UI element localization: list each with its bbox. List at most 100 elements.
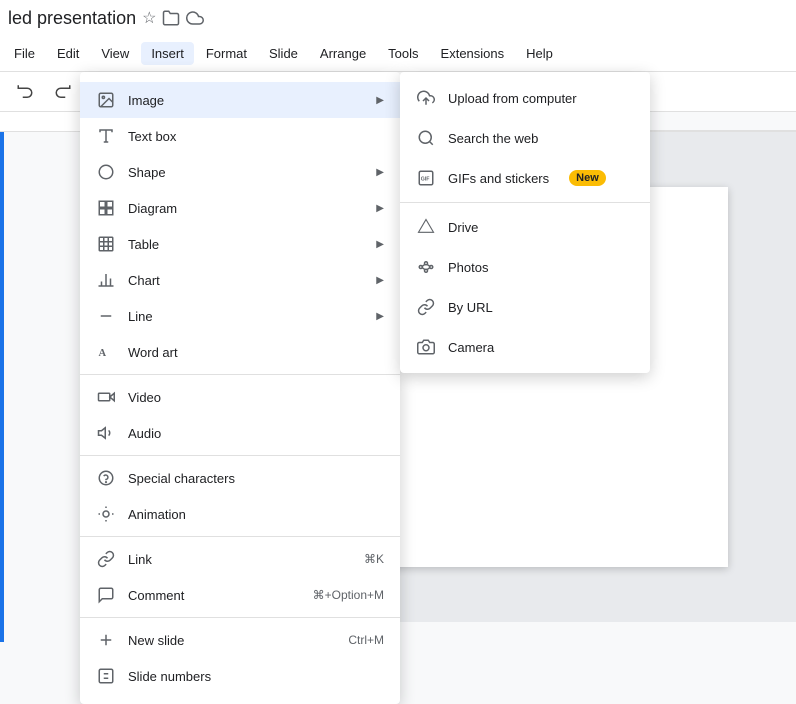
by-url-icon <box>416 297 436 317</box>
insert-link-label: Link <box>128 552 352 567</box>
image-search-web-item[interactable]: Search the web <box>400 118 650 158</box>
image-drive-item[interactable]: Drive <box>400 207 650 247</box>
wordart-icon: A <box>96 342 116 362</box>
diagram-icon <box>96 198 116 218</box>
camera-icon <box>416 337 436 357</box>
cloud-icon[interactable] <box>186 9 204 27</box>
menu-view[interactable]: View <box>91 42 139 65</box>
gif-icon: GIF <box>416 168 436 188</box>
image-upload-item[interactable]: Upload from computer <box>400 78 650 118</box>
animation-icon <box>96 504 116 524</box>
line-icon <box>96 306 116 326</box>
insert-comment-item[interactable]: Comment ⌘+Option+M <box>80 577 400 613</box>
new-slide-icon <box>96 630 116 650</box>
star-icon[interactable]: ☆ <box>142 8 156 28</box>
photos-icon <box>416 257 436 277</box>
insert-menu-section-3: Special characters Animation <box>80 456 400 537</box>
insert-chart-item[interactable]: Chart ▶ <box>80 262 400 298</box>
svg-text:A: A <box>99 348 107 359</box>
image-camera-label: Camera <box>448 340 494 355</box>
insert-wordart-item[interactable]: A Word art <box>80 334 400 370</box>
insert-comment-shortcut: ⌘+Option+M <box>313 588 384 602</box>
menu-help[interactable]: Help <box>516 42 563 65</box>
insert-table-item[interactable]: Table ▶ <box>80 226 400 262</box>
image-camera-item[interactable]: Camera <box>400 327 650 367</box>
undo-button[interactable] <box>8 79 42 105</box>
menu-tools[interactable]: Tools <box>378 42 428 65</box>
menu-arrange[interactable]: Arrange <box>310 42 376 65</box>
insert-slide-numbers-item[interactable]: Slide numbers <box>80 658 400 694</box>
insert-link-item[interactable]: Link ⌘K <box>80 541 400 577</box>
image-gifs-item[interactable]: GIF GIFs and stickers New <box>400 158 650 198</box>
insert-textbox-label: Text box <box>128 129 384 144</box>
image-by-url-item[interactable]: By URL <box>400 287 650 327</box>
menu-bar: File Edit View Insert Format Slide Arran… <box>0 36 796 72</box>
insert-menu-section-1: Image ▶ Text box Shape ▶ Diagram ▶ <box>80 78 400 375</box>
insert-chart-arrow: ▶ <box>376 275 384 286</box>
insert-diagram-arrow: ▶ <box>376 203 384 214</box>
ruler-left <box>0 132 80 622</box>
video-icon <box>96 387 116 407</box>
special-chars-icon <box>96 468 116 488</box>
insert-line-item[interactable]: Line ▶ <box>80 298 400 334</box>
image-photos-label: Photos <box>448 260 488 275</box>
drive-icon <box>416 217 436 237</box>
insert-shape-arrow: ▶ <box>376 167 384 178</box>
new-badge: New <box>569 170 606 186</box>
menu-extensions[interactable]: Extensions <box>431 42 515 65</box>
insert-diagram-item[interactable]: Diagram ▶ <box>80 190 400 226</box>
insert-dropdown-menu: Image ▶ Text box Shape ▶ Diagram ▶ <box>80 72 400 704</box>
insert-new-slide-shortcut: Ctrl+M <box>348 633 384 647</box>
insert-image-item[interactable]: Image ▶ <box>80 82 400 118</box>
insert-shape-label: Shape <box>128 165 364 180</box>
insert-special-chars-item[interactable]: Special characters <box>80 460 400 496</box>
upload-icon <box>416 88 436 108</box>
insert-video-item[interactable]: Video <box>80 379 400 415</box>
redo-button[interactable] <box>46 79 80 105</box>
image-gifs-label: GIFs and stickers <box>448 171 549 186</box>
comment-icon <box>96 585 116 605</box>
insert-menu-section-4: Link ⌘K Comment ⌘+Option+M <box>80 537 400 618</box>
insert-audio-label: Audio <box>128 426 384 441</box>
insert-textbox-item[interactable]: Text box <box>80 118 400 154</box>
menu-format[interactable]: Format <box>196 42 257 65</box>
insert-comment-label: Comment <box>128 588 301 603</box>
audio-icon <box>96 423 116 443</box>
insert-new-slide-item[interactable]: New slide Ctrl+M <box>80 622 400 658</box>
svg-text:GIF: GIF <box>421 176 431 182</box>
insert-slide-numbers-label: Slide numbers <box>128 669 384 684</box>
insert-wordart-label: Word art <box>128 345 384 360</box>
chart-icon <box>96 270 116 290</box>
selection-indicator <box>0 132 4 642</box>
insert-animation-item[interactable]: Animation <box>80 496 400 532</box>
insert-animation-label: Animation <box>128 507 384 522</box>
insert-new-slide-label: New slide <box>128 633 336 648</box>
image-drive-label: Drive <box>448 220 478 235</box>
image-icon <box>96 90 116 110</box>
image-photos-item[interactable]: Photos <box>400 247 650 287</box>
title-bar: led presentation ☆ <box>0 0 796 36</box>
insert-image-label: Image <box>128 93 364 108</box>
insert-menu-section-2: Video Audio <box>80 375 400 456</box>
insert-link-shortcut: ⌘K <box>364 552 384 566</box>
insert-image-arrow: ▶ <box>376 95 384 106</box>
menu-insert[interactable]: Insert <box>141 42 194 65</box>
menu-slide[interactable]: Slide <box>259 42 308 65</box>
submenu-divider <box>400 202 650 203</box>
insert-audio-item[interactable]: Audio <box>80 415 400 451</box>
image-by-url-label: By URL <box>448 300 493 315</box>
insert-menu-section-5: New slide Ctrl+M Slide numbers <box>80 618 400 698</box>
link-icon <box>96 549 116 569</box>
insert-video-label: Video <box>128 390 384 405</box>
folder-icon[interactable] <box>162 9 180 27</box>
search-web-icon <box>416 128 436 148</box>
insert-table-label: Table <box>128 237 364 252</box>
menu-edit[interactable]: Edit <box>47 42 89 65</box>
insert-line-arrow: ▶ <box>376 311 384 322</box>
menu-file[interactable]: File <box>4 42 45 65</box>
insert-line-label: Line <box>128 309 364 324</box>
textbox-icon <box>96 126 116 146</box>
insert-special-chars-label: Special characters <box>128 471 384 486</box>
insert-shape-item[interactable]: Shape ▶ <box>80 154 400 190</box>
image-upload-label: Upload from computer <box>448 91 577 106</box>
